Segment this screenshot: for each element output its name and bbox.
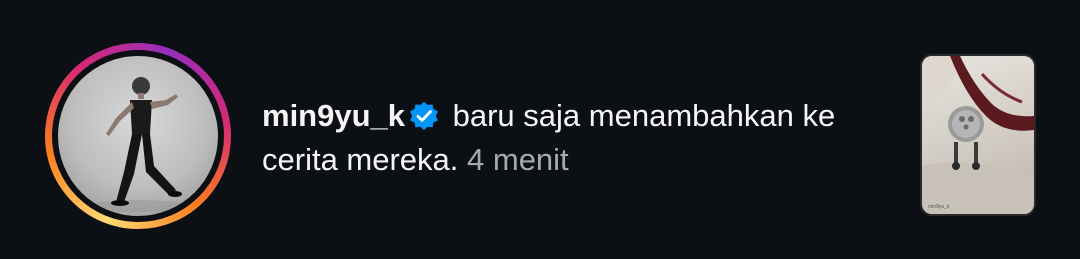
avatar-gap [52, 50, 224, 222]
story-notification-row[interactable]: min9yu_k baru saja menambahkan ke cerita… [0, 0, 1080, 259]
verified-badge-icon [410, 101, 438, 131]
story-image-icon [922, 56, 1034, 214]
thumbnail-watermark: min9yu_k [928, 204, 950, 210]
avatar-figure-icon [88, 77, 188, 212]
notification-text: min9yu_k baru saja menambahkan ke cerita… [262, 94, 882, 182]
story-ring[interactable] [45, 43, 231, 229]
avatar[interactable] [58, 56, 218, 216]
username-link[interactable]: min9yu_k [262, 98, 405, 133]
story-thumbnail[interactable]: min9yu_k [922, 56, 1034, 214]
timestamp: 4 menit [467, 142, 569, 177]
